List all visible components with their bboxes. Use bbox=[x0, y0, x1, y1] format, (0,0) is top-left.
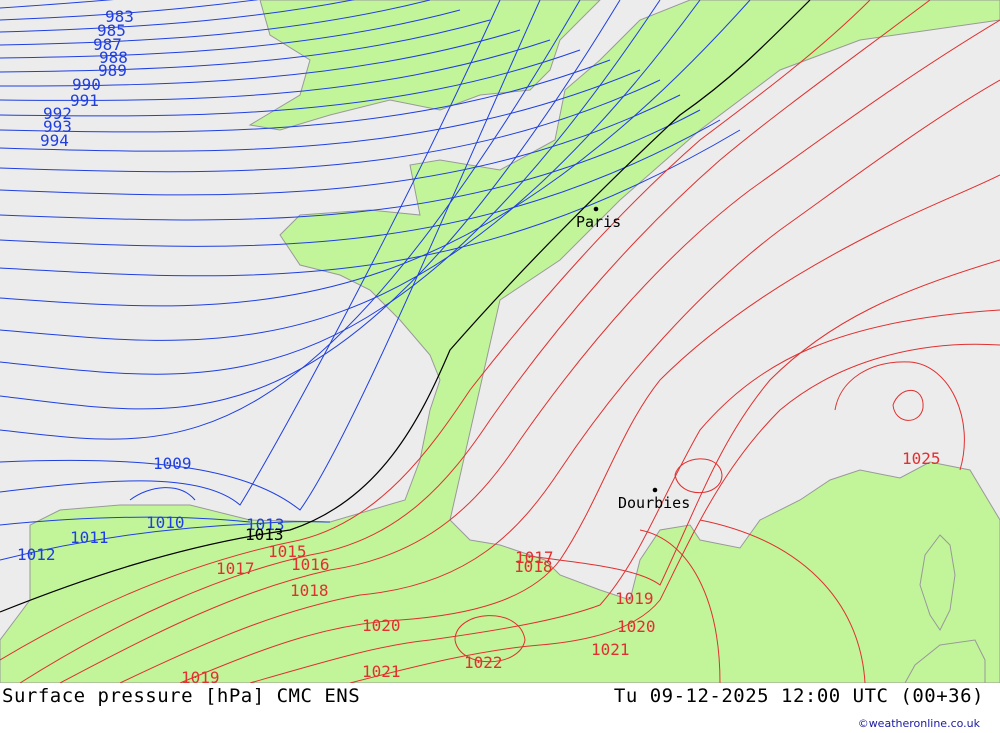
isobar-label: 1021 bbox=[362, 662, 401, 681]
isobar-label: 1018 bbox=[514, 557, 553, 576]
pressure-map: 983 985 987 988 989 990 991 992 993 994 … bbox=[0, 0, 1000, 683]
city-dourbies: Dourbies bbox=[618, 487, 690, 512]
valid-time: Tu 09-12-2025 12:00 UTC (00+36) bbox=[613, 685, 984, 707]
city-dot-icon bbox=[593, 206, 599, 212]
isobar-label: 991 bbox=[70, 91, 99, 110]
land-france bbox=[0, 0, 1000, 683]
isobar-label: 1018 bbox=[290, 581, 329, 600]
isobar-label: 1009 bbox=[153, 454, 192, 473]
isobar-label: 1025 bbox=[902, 449, 941, 468]
isobar-label: 1010 bbox=[146, 513, 185, 532]
isobar-label: 1016 bbox=[291, 555, 330, 574]
credit-link[interactable]: ©weatheronline.co.uk bbox=[858, 717, 980, 730]
isobar-label: 1017 bbox=[216, 559, 255, 578]
isobar-label: 989 bbox=[98, 61, 127, 80]
isobar-label: 1020 bbox=[617, 617, 656, 636]
isobar-label: 1019 bbox=[615, 589, 654, 608]
isobar-label: 1011 bbox=[70, 528, 109, 547]
city-label: Dourbies bbox=[618, 494, 690, 512]
isobar-label: 1019 bbox=[181, 668, 220, 683]
isobar-label: 1012 bbox=[17, 545, 56, 564]
isobar-label: 1020 bbox=[362, 616, 401, 635]
map-title: Surface pressure [hPa] CMC ENS bbox=[2, 685, 361, 707]
isobar-label: 1021 bbox=[591, 640, 630, 659]
info-bar: Surface pressure [hPa] CMC ENS Tu 09-12-… bbox=[0, 683, 1000, 733]
isobar-label: 1022 bbox=[464, 653, 503, 672]
land-layer bbox=[0, 0, 1000, 683]
city-label: Paris bbox=[576, 213, 621, 231]
isobar-label: 994 bbox=[40, 131, 69, 150]
city-dot-icon bbox=[652, 487, 658, 493]
